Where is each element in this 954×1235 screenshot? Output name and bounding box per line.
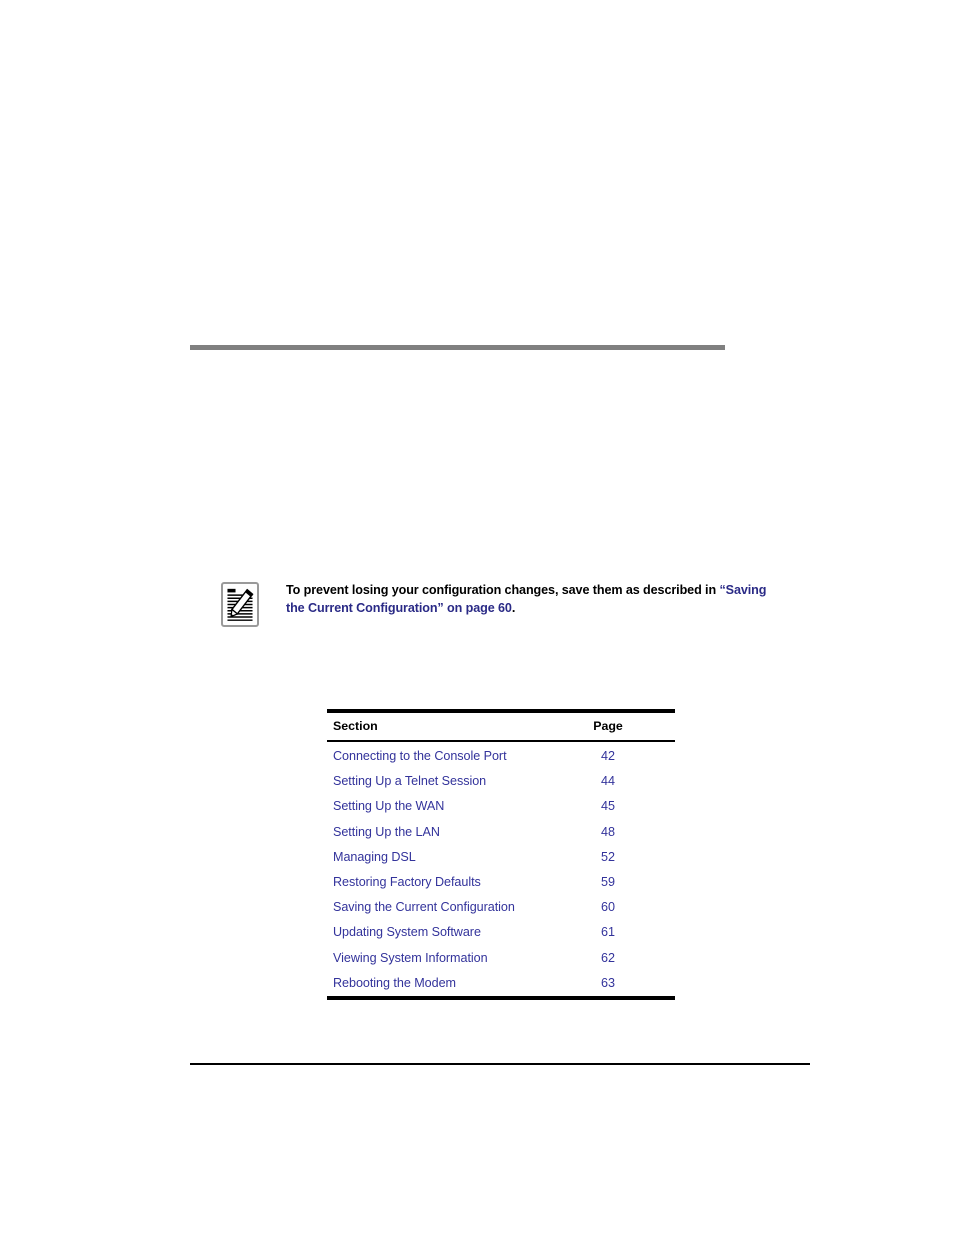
section-link[interactable]: Setting Up a Telnet Session: [327, 769, 565, 794]
table-row[interactable]: Connecting to the Console Port 42: [327, 741, 675, 769]
document-page: To prevent losing your configuration cha…: [0, 0, 954, 1235]
section-link[interactable]: Setting Up the WAN: [327, 794, 565, 819]
table-body: Connecting to the Console Port 42 Settin…: [327, 741, 675, 995]
section-link[interactable]: Restoring Factory Defaults: [327, 869, 565, 894]
table-row[interactable]: Viewing System Information 62: [327, 945, 675, 970]
page-number[interactable]: 60: [565, 895, 675, 920]
section-page-table: Section Page Connecting to the Console P…: [327, 709, 675, 1001]
section-link[interactable]: Rebooting the Modem: [327, 970, 565, 995]
column-header-page: Page: [565, 713, 675, 742]
page-number[interactable]: 61: [565, 920, 675, 945]
header-divider-rule: [190, 345, 725, 350]
table-row[interactable]: Restoring Factory Defaults 59: [327, 869, 675, 894]
note-xref-part2[interactable]: Current Configuration” on page 60: [308, 601, 512, 615]
section-link[interactable]: Managing DSL: [327, 844, 565, 869]
note-text-lead: To prevent losing your configuration cha…: [286, 583, 720, 597]
section-link[interactable]: Saving the Current Configuration: [327, 895, 565, 920]
table-header-row: Section Page: [327, 713, 675, 742]
note-text: To prevent losing your configuration cha…: [286, 580, 781, 617]
section-link[interactable]: Connecting to the Console Port: [327, 741, 565, 769]
note-text-period: .: [511, 600, 516, 615]
table-row[interactable]: Managing DSL 52: [327, 844, 675, 869]
table-row[interactable]: Setting Up a Telnet Session 44: [327, 769, 675, 794]
page-number[interactable]: 48: [565, 819, 675, 844]
table-row[interactable]: Setting Up the WAN 45: [327, 794, 675, 819]
page-number[interactable]: 52: [565, 844, 675, 869]
table-row[interactable]: Rebooting the Modem 63: [327, 970, 675, 995]
page-number[interactable]: 45: [565, 794, 675, 819]
footer-divider-rule: [190, 1063, 810, 1065]
page-number[interactable]: 62: [565, 945, 675, 970]
page-number[interactable]: 42: [565, 741, 675, 769]
table-head: Section Page: [327, 713, 675, 742]
table-bottom-border: [327, 996, 675, 1001]
section-link[interactable]: Setting Up the LAN: [327, 819, 565, 844]
table-row[interactable]: Setting Up the LAN 48: [327, 819, 675, 844]
note-callout: To prevent losing your configuration cha…: [221, 580, 781, 627]
notepad-pencil-icon: [221, 582, 259, 627]
section-link[interactable]: Viewing System Information: [327, 945, 565, 970]
table-row[interactable]: Saving the Current Configuration 60: [327, 895, 675, 920]
column-header-section: Section: [327, 713, 565, 742]
page-number[interactable]: 63: [565, 970, 675, 995]
page-number[interactable]: 44: [565, 769, 675, 794]
section-link[interactable]: Updating System Software: [327, 920, 565, 945]
table: Section Page Connecting to the Console P…: [327, 713, 675, 995]
table-row[interactable]: Updating System Software 61: [327, 920, 675, 945]
page-number[interactable]: 59: [565, 869, 675, 894]
